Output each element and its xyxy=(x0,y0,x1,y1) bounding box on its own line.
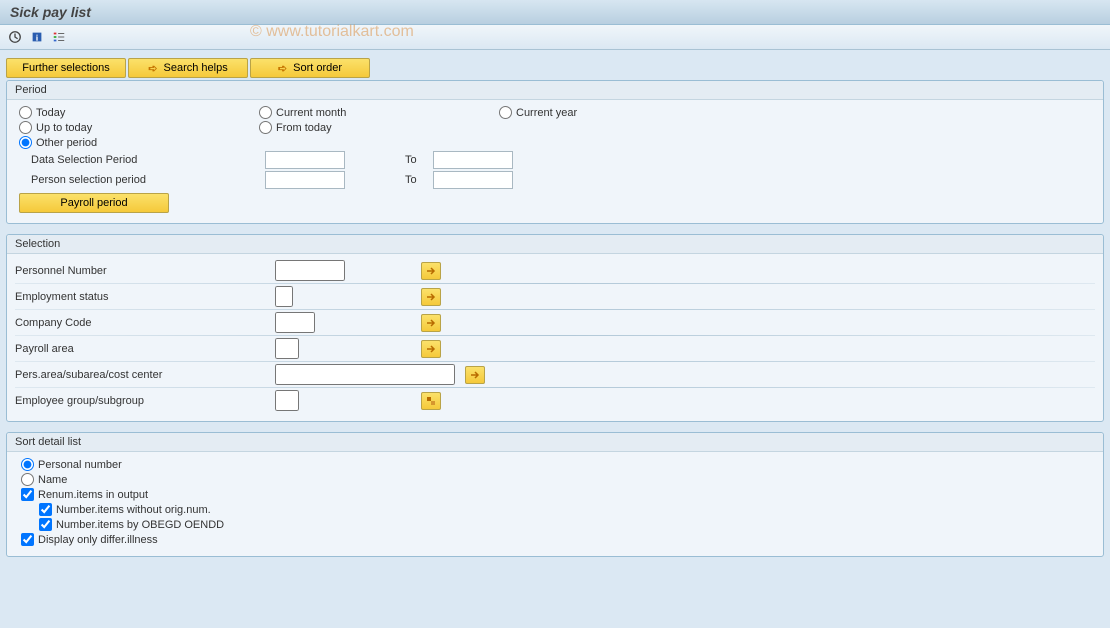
person-selection-to-label: To xyxy=(405,174,417,186)
company-code-multi-button[interactable] xyxy=(421,314,441,332)
person-selection-from-input[interactable] xyxy=(265,171,345,189)
legend-icon[interactable] xyxy=(50,29,68,45)
radio-personal-number[interactable]: Personal number xyxy=(15,458,1095,471)
data-selection-from-input[interactable] xyxy=(265,151,345,169)
radio-other-period[interactable]: Other period xyxy=(19,136,139,149)
period-group: Period Today Current month Current year … xyxy=(6,80,1104,224)
employee-group-multi-button[interactable] xyxy=(421,392,441,410)
radio-current-year[interactable]: Current year xyxy=(499,106,619,119)
sort-detail-title: Sort detail list xyxy=(7,433,1103,452)
pers-area-label: Pers.area/subarea/cost center xyxy=(15,369,275,381)
radio-name[interactable]: Name xyxy=(15,473,1095,486)
person-selection-to-input[interactable] xyxy=(433,171,513,189)
payroll-period-label: Payroll period xyxy=(60,197,127,209)
payroll-period-button[interactable]: Payroll period xyxy=(19,193,169,213)
info-icon[interactable]: i xyxy=(28,29,46,45)
sort-detail-group: Sort detail list Personal number Name Re… xyxy=(6,432,1104,557)
top-button-row: Further selections ➪ Search helps ➪ Sort… xyxy=(6,58,1104,78)
selection-group: Selection Personnel Number Employment st… xyxy=(6,234,1104,422)
radio-from-today[interactable]: From today xyxy=(259,121,379,134)
search-helps-label: Search helps xyxy=(164,62,228,74)
radio-up-to-today-label: Up to today xyxy=(36,122,92,134)
check-without-orig-label: Number.items without orig.num. xyxy=(56,504,211,516)
radio-other-period-label: Other period xyxy=(36,137,97,149)
radio-today[interactable]: Today xyxy=(19,106,139,119)
company-code-label: Company Code xyxy=(15,317,275,329)
further-selections-label: Further selections xyxy=(22,62,109,74)
row-personnel-number: Personnel Number xyxy=(15,260,1095,281)
employment-status-label: Employment status xyxy=(15,291,275,303)
radio-today-label: Today xyxy=(36,107,65,119)
toolbar: i © www.tutorialkart.com xyxy=(0,25,1110,50)
data-selection-to-label: To xyxy=(405,154,417,166)
row-employee-group: Employee group/subgroup xyxy=(15,390,1095,411)
row-payroll-area: Payroll area xyxy=(15,338,1095,359)
employment-status-multi-button[interactable] xyxy=(421,288,441,306)
search-helps-button[interactable]: ➪ Search helps xyxy=(128,58,248,78)
execute-icon[interactable] xyxy=(6,29,24,45)
payroll-area-multi-button[interactable] xyxy=(421,340,441,358)
radio-current-month-label: Current month xyxy=(276,107,346,119)
period-title: Period xyxy=(7,81,1103,100)
data-selection-to-input[interactable] xyxy=(433,151,513,169)
sort-order-label: Sort order xyxy=(293,62,342,74)
pers-area-multi-button[interactable] xyxy=(465,366,485,384)
row-employment-status: Employment status xyxy=(15,286,1095,307)
payroll-area-input[interactable] xyxy=(275,338,299,359)
check-display-diff-label: Display only differ.illness xyxy=(38,534,158,546)
check-renum-items-label: Renum.items in output xyxy=(38,489,148,501)
personnel-number-input[interactable] xyxy=(275,260,345,281)
employment-status-input[interactable] xyxy=(275,286,293,307)
employee-group-input[interactable] xyxy=(275,390,299,411)
radio-name-label: Name xyxy=(38,474,67,486)
check-renum-items[interactable]: Renum.items in output xyxy=(15,488,1095,501)
row-company-code: Company Code xyxy=(15,312,1095,333)
selection-title: Selection xyxy=(7,235,1103,254)
company-code-input[interactable] xyxy=(275,312,315,333)
check-display-diff[interactable]: Display only differ.illness xyxy=(15,533,1095,546)
employee-group-label: Employee group/subgroup xyxy=(15,395,275,407)
page-title: Sick pay list xyxy=(0,0,1110,25)
check-by-obegd[interactable]: Number.items by OBEGD OENDD xyxy=(15,518,1095,531)
page-title-text: Sick pay list xyxy=(10,4,91,20)
arrow-right-icon: ➪ xyxy=(148,62,157,75)
watermark: © www.tutorialkart.com xyxy=(250,23,414,41)
content-area: Further selections ➪ Search helps ➪ Sort… xyxy=(0,50,1110,565)
person-selection-label: Person selection period xyxy=(15,174,265,186)
pers-area-input[interactable] xyxy=(275,364,455,385)
data-selection-label: Data Selection Period xyxy=(15,154,265,166)
radio-up-to-today[interactable]: Up to today xyxy=(19,121,139,134)
check-by-obegd-label: Number.items by OBEGD OENDD xyxy=(56,519,224,531)
row-pers-area: Pers.area/subarea/cost center xyxy=(15,364,1095,385)
payroll-area-label: Payroll area xyxy=(15,343,275,355)
further-selections-button[interactable]: Further selections xyxy=(6,58,126,78)
radio-from-today-label: From today xyxy=(276,122,332,134)
radio-personal-number-label: Personal number xyxy=(38,459,122,471)
personnel-number-multi-button[interactable] xyxy=(421,262,441,280)
check-without-orig[interactable]: Number.items without orig.num. xyxy=(15,503,1095,516)
radio-current-year-label: Current year xyxy=(516,107,577,119)
radio-current-month[interactable]: Current month xyxy=(259,106,379,119)
arrow-right-icon: ➪ xyxy=(278,62,287,75)
sort-order-button[interactable]: ➪ Sort order xyxy=(250,58,370,78)
personnel-number-label: Personnel Number xyxy=(15,265,275,277)
